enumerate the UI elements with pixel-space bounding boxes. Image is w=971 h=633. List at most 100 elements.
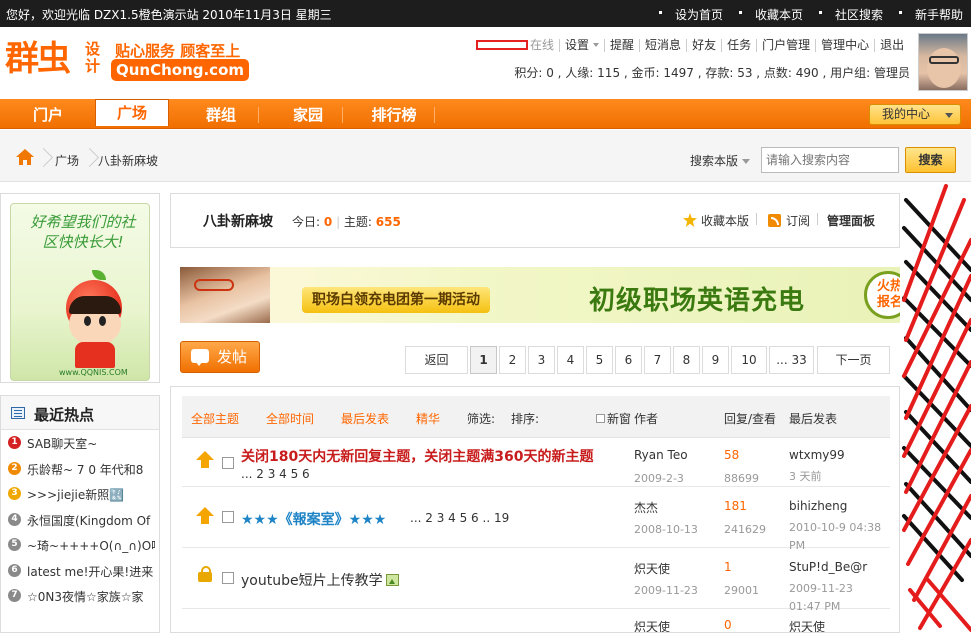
tab-groups[interactable]: 群组 [183, 103, 259, 129]
search-scope-select[interactable]: 搜索本版 [690, 152, 751, 169]
list-item[interactable]: 6 latest me!开心果!进来 [1, 558, 159, 584]
pager-page-8[interactable]: 8 [673, 346, 700, 374]
logout-link[interactable]: 退出 [874, 38, 909, 52]
thread-checkbox[interactable] [222, 457, 234, 469]
pager-page-9[interactable]: 9 [702, 346, 729, 374]
last-post-user[interactable]: StuP!d_Be@r [789, 560, 867, 574]
breadcrumb-square[interactable]: 广场 [55, 152, 79, 169]
thread-title[interactable]: youtube短片上传教学 [241, 570, 383, 590]
thread-title[interactable]: ★★★《報案室》★★★ [241, 509, 386, 529]
last-post-user[interactable]: 炽天使 [789, 618, 825, 632]
tab-portal[interactable]: 门户 [10, 103, 86, 129]
promo-illustration: 好希望我们的社区快快长大! www.QQNIS.COM [10, 203, 150, 381]
avatar[interactable] [918, 33, 968, 91]
thread-views: 88699 [724, 472, 759, 485]
filter-all-time[interactable]: 全部时间 [266, 410, 314, 427]
reminders-link[interactable]: 提醒 [604, 38, 639, 52]
list-item[interactable]: 2 乐龄帮~ 7 0 年代和8 [1, 456, 159, 482]
sticky-up-icon [196, 507, 214, 525]
tab-ranking[interactable]: 排行榜 [356, 103, 432, 129]
filter-digest[interactable]: 精华 [416, 410, 440, 427]
redacted-username [476, 40, 528, 50]
tab-square[interactable]: 广场 [95, 99, 169, 126]
last-post-user[interactable]: bihizheng [789, 499, 847, 513]
topics-count: 655 [375, 215, 401, 229]
subscribe-button[interactable]: 订阅 [768, 212, 810, 229]
pager-page-4[interactable]: 4 [557, 346, 584, 374]
pager-page-3[interactable]: 3 [528, 346, 555, 374]
settings-menu[interactable]: 设置 [559, 38, 604, 52]
hot-topic-title: 乐龄帮~ 7 0 年代和8 [27, 462, 144, 477]
favorite-forum-button[interactable]: 收藏本版 [683, 212, 749, 229]
table-row[interactable]: ★★★《報案室》★★★ ... 2 3 4 5 6 .. 19 杰杰 2008-10-… [182, 487, 890, 552]
filter-all-topics[interactable]: 全部主题 [191, 410, 239, 427]
new-post-button[interactable]: 发帖 [180, 341, 260, 373]
table-row[interactable]: 炽天使 0 炽天使 [182, 609, 890, 632]
sort-label[interactable]: 排序: [511, 410, 539, 427]
portal-admin-link[interactable]: 门户管理 [756, 38, 815, 52]
admin-center-link[interactable]: 管理中心 [815, 38, 874, 52]
breadcrumb-forum[interactable]: 八卦新麻坡 [98, 152, 158, 169]
topics-label: 主题: [343, 215, 372, 229]
tab-home[interactable]: 家园 [270, 103, 346, 129]
thread-author[interactable]: 杰杰 [634, 499, 658, 516]
pager-page-10[interactable]: 10 [731, 346, 767, 374]
pager-next[interactable]: 下一页 [817, 346, 890, 374]
table-row[interactable]: 关闭180天内无新回复主题，关闭主题满360天的新主题... 2 3 4 5 6… [182, 438, 890, 487]
friends-link[interactable]: 好友 [686, 38, 721, 52]
list-item[interactable]: 3 >>>jiejie新照🔣 [1, 481, 159, 507]
checkbox-icon [596, 414, 605, 423]
thread-pages[interactable]: ... 2 3 4 5 6 .. 19 [410, 511, 509, 525]
ad-banner[interactable]: 职场白领充电团第一期活动 初级职场英语充电 火热报名 [180, 267, 900, 323]
thread-checkbox[interactable] [222, 572, 234, 584]
bookmark-page-link[interactable]: 收藏本页 [731, 0, 811, 27]
chevron-down-icon [742, 159, 751, 164]
promo-banner[interactable]: 好希望我们的社区快快长大! www.QQNIS.COM [0, 193, 160, 383]
thread-title[interactable]: 关闭180天内无新回复主题，关闭主题满360天的新主题 [241, 446, 593, 466]
last-post-user[interactable]: wtxmy99 [789, 448, 845, 462]
pager-page-5[interactable]: 5 [586, 346, 613, 374]
today-count: 0 [323, 215, 333, 229]
pager-page-2[interactable]: 2 [499, 346, 526, 374]
filter-last-post[interactable]: 最后发表 [341, 410, 389, 427]
newbie-help-link[interactable]: 新手帮助 [891, 0, 971, 27]
logo-domain: QunChong.com [111, 59, 249, 81]
chevron-down-icon [945, 113, 953, 118]
messages-link[interactable]: 短消息 [639, 38, 686, 52]
thread-checkbox[interactable] [222, 511, 234, 523]
pager-page-6[interactable]: 6 [615, 346, 642, 374]
thread-author[interactable]: 炽天使 [634, 560, 670, 577]
avatar-glasses [929, 56, 959, 64]
pager-page-7[interactable]: 7 [644, 346, 671, 374]
my-center-button[interactable]: 我的中心 [869, 104, 961, 125]
community-search-link[interactable]: 社区搜索 [811, 0, 891, 27]
set-homepage-link[interactable]: 设为首页 [651, 0, 731, 27]
list-item[interactable]: 5 ~琦~++++O(∩_∩)O哈 [1, 532, 159, 558]
hot-topics-title: 最近热点 [34, 406, 95, 424]
list-item[interactable]: 4 永恒国度(Kingdom Of [1, 507, 159, 533]
chevron-down-icon [593, 43, 600, 47]
rank-badge: 3 [8, 487, 21, 500]
search-button[interactable]: 搜索 [905, 147, 956, 173]
admin-panel-link[interactable]: 管理面板 [827, 212, 875, 229]
new-window-label: 新窗 [607, 412, 632, 426]
list-item[interactable]: 7 ☆0N3夜情☆家族☆家 [1, 583, 159, 609]
new-window-toggle[interactable]: 新窗 [596, 410, 631, 427]
site-logo[interactable]: 群虫 设计 贴心服务 顾客至上 QunChong.com [5, 39, 249, 83]
tasks-link[interactable]: 任务 [721, 38, 756, 52]
list-item[interactable]: 1 SAB聊天室~ [1, 430, 159, 456]
pager-page-1[interactable]: 1 [470, 346, 497, 374]
header-divider [756, 213, 757, 225]
table-row[interactable]: youtube短片上传教学 炽天使 2009-11-23 1 29001 StuP!d_B… [182, 548, 890, 613]
search-input[interactable] [761, 147, 899, 173]
online-status[interactable]: 在线 [530, 38, 559, 52]
thread-pages[interactable]: ... 2 3 4 5 6 [241, 467, 310, 481]
thread-author[interactable]: Ryan Teo [634, 448, 688, 462]
pager-page-last[interactable]: ... 33 [769, 346, 814, 374]
forum-name: 八卦新麻坡 [203, 214, 273, 230]
thread-author[interactable]: 炽天使 [634, 618, 670, 632]
pager-back[interactable]: 返回 [405, 346, 468, 374]
main-nav: 门户 广场 群组 家园 排行榜 [0, 99, 971, 129]
banner-photo [180, 267, 270, 323]
home-icon[interactable] [16, 149, 34, 165]
